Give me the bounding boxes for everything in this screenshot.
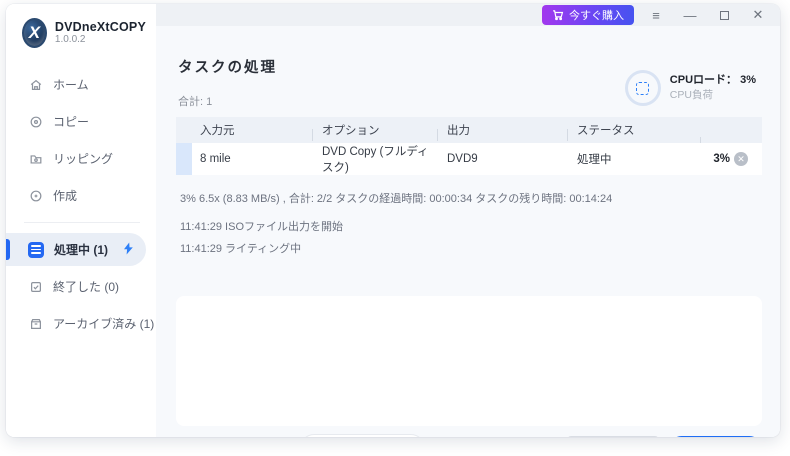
app-window: X DVDneXtCOPY 1.0.0.2 ホーム コピー リッピング 作成 処…	[6, 4, 780, 437]
sidebar-item-label: コピー	[53, 115, 90, 129]
menu-icon[interactable]: ≡	[644, 4, 668, 26]
cpu-gauge-icon	[624, 70, 661, 106]
cell-source: 8 mile	[200, 153, 231, 165]
lightning-icon	[123, 242, 134, 258]
home-icon	[28, 77, 43, 92]
header-status: ステータス	[567, 122, 700, 141]
sidebar-item-create[interactable]: 作成	[6, 179, 156, 212]
sidebar-item-processing[interactable]: 処理中 (1)	[6, 233, 146, 266]
row-selection-strip	[176, 143, 192, 175]
sidebar-item-finished[interactable]: 終了した (0)	[6, 270, 156, 303]
pause-button[interactable]: 一時停止	[566, 435, 659, 437]
ripping-icon	[28, 151, 43, 166]
copy-disc-icon	[28, 114, 43, 129]
sidebar-item-label: 作成	[53, 189, 78, 203]
cpu-load-value: 3%	[740, 74, 756, 87]
sidebar: X DVDneXtCOPY 1.0.0.2 ホーム コピー リッピング 作成 処…	[6, 4, 156, 437]
cpu-load-widget: CPUロード： 3% CPU負荷	[624, 70, 756, 106]
header-source: 入力元	[200, 125, 235, 137]
processing-list-icon	[28, 241, 44, 258]
cell-option: DVD Copy (フルディスク)	[322, 146, 429, 174]
maximize-icon[interactable]	[712, 4, 736, 26]
row-cancel-icon[interactable]: ✕	[734, 152, 748, 166]
app-version: 1.0.0.2	[54, 34, 86, 46]
sidebar-item-label: リッピング	[53, 152, 114, 166]
finished-icon	[28, 279, 43, 294]
window-titlebar: 今すぐ購入 ≡ — ✕	[156, 4, 780, 26]
task-table: 入力元 オプション 出力 ステータス 8 mile DVD Copy (フルディ…	[176, 117, 762, 175]
close-icon[interactable]: ✕	[746, 4, 770, 26]
table-row[interactable]: 8 mile DVD Copy (フルディスク) DVD9 処理中 3% ✕	[176, 143, 762, 175]
create-disc-icon	[28, 188, 43, 203]
footer-bar: すべてのタスクが完了: 何もしません ▼ 一時停止 キャンセル	[176, 435, 762, 437]
main-area: 今すぐ購入 ≡ — ✕ タスクの処理 合計: 1 CPUロード： 3% CPU負…	[156, 4, 780, 437]
screen: X DVDneXtCOPY 1.0.0.2 ホーム コピー リッピング 作成 処…	[0, 0, 790, 456]
cell-output: DVD9	[447, 153, 478, 165]
task-details: 3% 6.5x (8.83 MB/s) , 合計: 2/2 タスクの経過時間: …	[176, 175, 762, 260]
app-brand: X DVDneXtCOPY 1.0.0.2	[6, 4, 156, 66]
sidebar-item-label: 終了した (0)	[53, 280, 120, 294]
table-header: 入力元 オプション 出力 ステータス	[176, 117, 762, 149]
row-progress-value: 3%	[713, 153, 730, 165]
log-panel	[176, 296, 762, 426]
sidebar-item-ripping[interactable]: リッピング	[6, 142, 156, 175]
app-name: DVDneXtCOPY	[54, 20, 146, 35]
log-entry: 11:41:29 ライティング中	[180, 243, 302, 255]
sidebar-item-label: ホーム	[53, 78, 89, 92]
buy-now-button[interactable]: 今すぐ購入	[542, 5, 634, 25]
minimize-icon[interactable]: —	[678, 4, 702, 26]
log-entry: 11:41:29 ISOファイル出力を開始	[180, 221, 344, 233]
sidebar-divider	[24, 222, 140, 223]
app-logo-icon: X	[22, 18, 47, 48]
archive-icon	[28, 316, 43, 331]
main-content: タスクの処理 合計: 1 CPUロード： 3% CPU負荷 入力元 オプション …	[156, 26, 780, 437]
sidebar-item-archived[interactable]: アーカイブ済み (1)	[6, 307, 156, 340]
sidebar-item-label: アーカイブ済み (1)	[53, 317, 155, 331]
sidebar-item-copy[interactable]: コピー	[6, 105, 156, 138]
on-complete-dropdown[interactable]: 何もしません ▼	[300, 435, 424, 437]
header-output: 出力	[437, 122, 567, 141]
cpu-sub-label: CPU負荷	[669, 89, 713, 102]
progress-detail-line: 3% 6.5x (8.83 MB/s) , 合計: 2/2 タスクの経過時間: …	[180, 193, 613, 205]
sidebar-item-home[interactable]: ホーム	[6, 68, 156, 101]
sidebar-nav: ホーム コピー リッピング 作成 処理中 (1) 終了した (0) アーカイブ済…	[6, 66, 156, 342]
cart-icon	[553, 10, 564, 21]
cpu-load-label: CPUロード：	[669, 74, 738, 87]
sidebar-item-label: 処理中 (1)	[54, 243, 109, 257]
header-option: オプション	[312, 122, 437, 141]
cell-status: 処理中	[577, 154, 612, 166]
cancel-button[interactable]: キャンセル	[668, 435, 762, 437]
